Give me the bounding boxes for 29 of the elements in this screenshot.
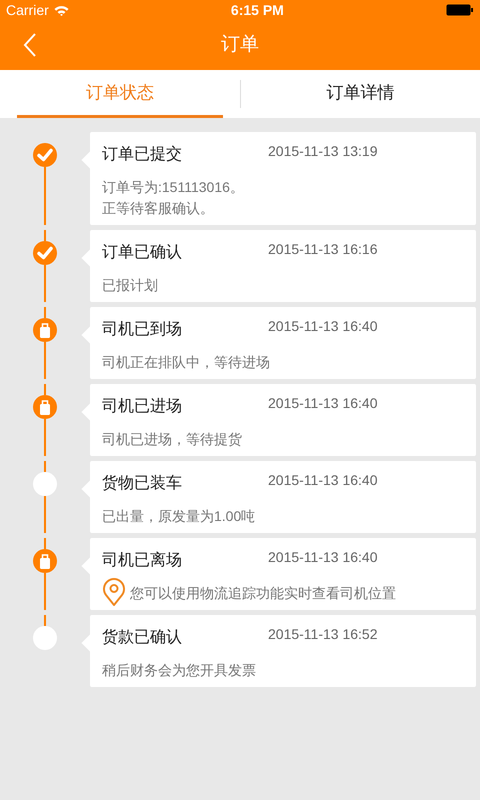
tab[interactable]: 订单详情 (258, 70, 463, 118)
status-time: 2015-11-13 16:40 (268, 471, 378, 490)
back-chevron-icon (23, 32, 37, 58)
status-detail: 已出量，原发量为1.00吨 (102, 507, 256, 526)
status-time: 2015-11-13 16:40 (268, 394, 378, 413)
status-title: 司机已离场 (102, 550, 183, 571)
wifi-icon (54, 4, 69, 16)
status-detail: 司机已进场，等待提货 (102, 430, 242, 449)
status-detail: 正等待客服确认。 (102, 199, 214, 218)
status-time: 2015-11-13 16:16 (268, 240, 378, 259)
page-title: 订单 (221, 32, 259, 57)
status-detail: 稍后财务会为您开具发票 (102, 661, 256, 680)
status-detail: 已报计划 (102, 276, 158, 295)
status-title: 货物已装车 (102, 474, 183, 494)
status-detail: 司机正在排队中，等待进场 (102, 353, 270, 372)
status-detail: 订单号为:151113016。 (102, 178, 244, 197)
carrier-label: Carrier (6, 0, 49, 20)
status-time: 2015-11-13 16:40 (268, 317, 378, 336)
status-detail: 您可以使用物流追踪功能实时查看司机位置 (130, 584, 396, 603)
status-title: 订单已提交 (102, 144, 183, 165)
status-time: 2015-11-13 16:40 (268, 548, 378, 567)
status-time: 2015-11-13 13:19 (268, 142, 378, 161)
battery-icon (446, 4, 474, 16)
status-time: 2015-11-13 16:52 (268, 625, 378, 644)
status-title: 司机已到场 (102, 320, 183, 340)
status-title: 订单已确认 (102, 243, 183, 263)
status-title: 货款已确认 (102, 628, 183, 648)
clock-time: 6:15 PM (230, 0, 284, 20)
status-title: 司机已进场 (102, 396, 183, 417)
